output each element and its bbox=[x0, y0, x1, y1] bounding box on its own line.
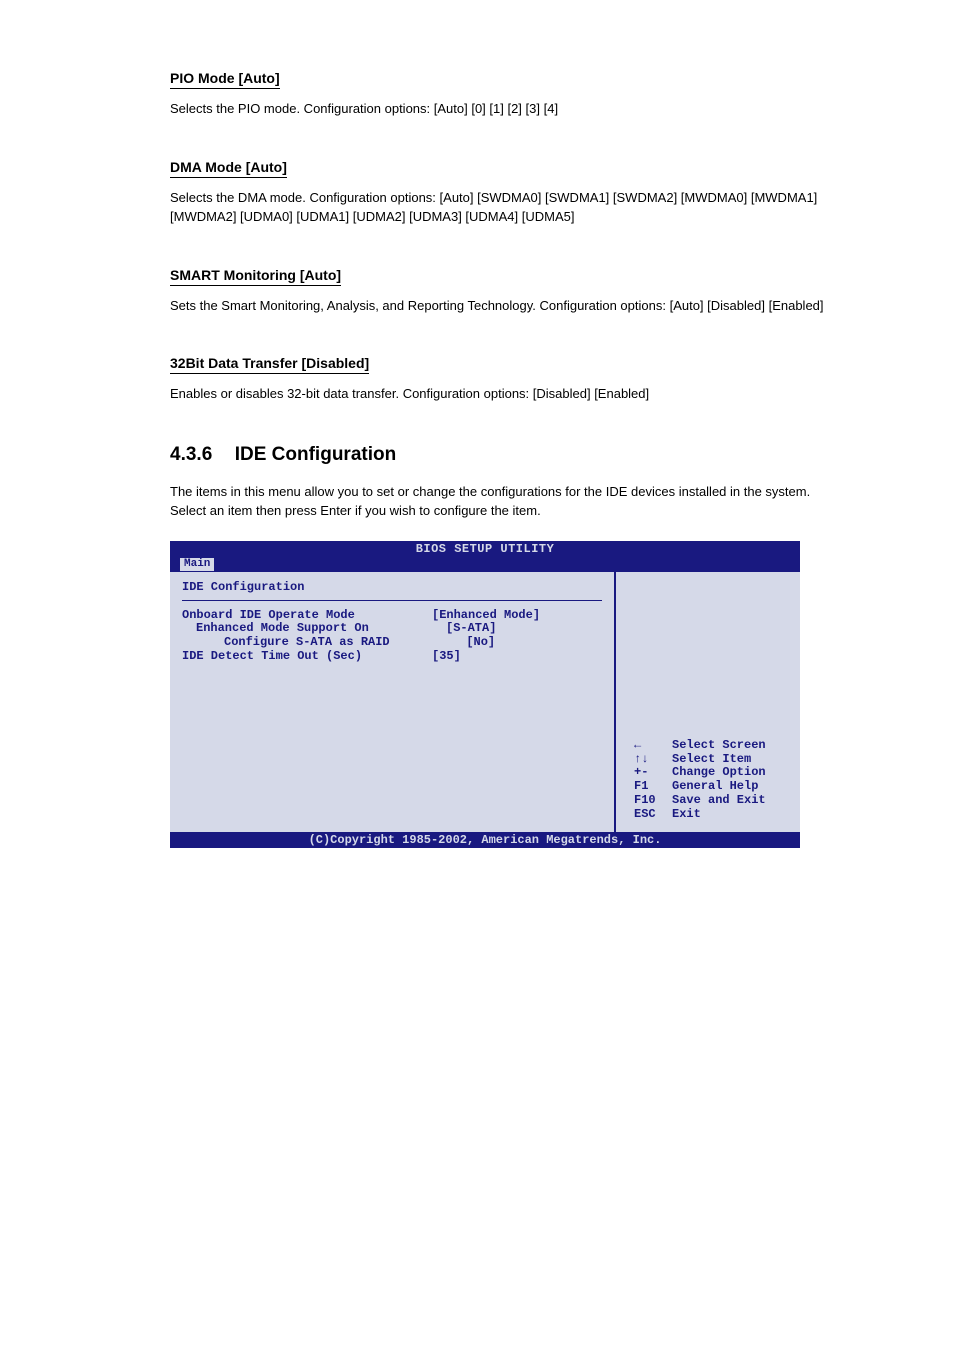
bios-row-label: Onboard IDE Operate Mode bbox=[182, 609, 432, 623]
bios-left-pane[interactable]: IDE Configuration Onboard IDE Operate Mo… bbox=[170, 572, 614, 832]
section-body-transfer: Enables or disables 32-bit data transfer… bbox=[170, 384, 834, 404]
bios-footer: (C)Copyright 1985-2002, American Megatre… bbox=[170, 832, 800, 848]
bios-row[interactable]: Enhanced Mode Support On [S-ATA] bbox=[182, 622, 602, 636]
bios-help-row: ← Select Screen bbox=[634, 739, 766, 753]
arrows-updown-icon: ↑↓ bbox=[634, 753, 672, 767]
section-body-smart: Sets the Smart Monitoring, Analysis, and… bbox=[170, 296, 834, 316]
bios-tab-main[interactable]: Main bbox=[180, 558, 214, 571]
section-heading-dma: DMA Mode [Auto] bbox=[170, 159, 287, 178]
bios-row-label: Enhanced Mode Support On bbox=[182, 622, 446, 636]
bios-row-value: [Enhanced Mode] bbox=[432, 609, 572, 623]
section-heading-pio: PIO Mode [Auto] bbox=[170, 70, 280, 89]
section-heading-smart: SMART Monitoring [Auto] bbox=[170, 267, 341, 286]
bios-help-action: Exit bbox=[672, 808, 701, 822]
bios-right-pane: ← Select Screen ↑↓ Select Item +- Change… bbox=[614, 572, 800, 832]
bios-menu-bar[interactable]: Main bbox=[170, 557, 800, 572]
bios-help-row: ESC Exit bbox=[634, 808, 766, 822]
bios-row-label: Configure S-ATA as RAID bbox=[182, 636, 466, 650]
bios-help-row: F1 General Help bbox=[634, 780, 766, 794]
bios-help-action: Save and Exit bbox=[672, 794, 766, 808]
page-section-body: The items in this menu allow you to set … bbox=[170, 482, 834, 521]
bios-help-key: +- bbox=[634, 766, 672, 780]
bios-help-row: ↑↓ Select Item bbox=[634, 753, 766, 767]
bios-divider bbox=[182, 600, 602, 601]
bios-help-action: Select Item bbox=[672, 753, 751, 767]
bios-help-row: +- Change Option bbox=[634, 766, 766, 780]
bios-screen: BIOS SETUP UTILITY Main IDE Configuratio… bbox=[170, 541, 800, 848]
bios-help-key: F10 bbox=[634, 794, 672, 808]
bios-help-key: F1 bbox=[634, 780, 672, 794]
page-section-title: IDE Configuration bbox=[235, 444, 396, 465]
bios-row-value: [No] bbox=[466, 636, 602, 650]
section-body-dma: Selects the DMA mode. Configuration opti… bbox=[170, 188, 834, 227]
bios-row-label: IDE Detect Time Out (Sec) bbox=[182, 650, 432, 664]
bios-help-panel: ← Select Screen ↑↓ Select Item +- Change… bbox=[634, 739, 766, 822]
bios-help-action: Change Option bbox=[672, 766, 766, 780]
bios-ide-config-header: IDE Configuration bbox=[182, 580, 602, 594]
bios-rows: Onboard IDE Operate Mode [Enhanced Mode]… bbox=[182, 609, 602, 664]
bios-help-action: Select Screen bbox=[672, 739, 766, 753]
bios-row-value: [S-ATA] bbox=[446, 622, 586, 636]
bios-row[interactable]: Configure S-ATA as RAID [No] bbox=[182, 636, 602, 650]
bios-help-key: ESC bbox=[634, 808, 672, 822]
bios-row[interactable]: IDE Detect Time Out (Sec) [35] bbox=[182, 650, 602, 664]
section-body-pio: Selects the PIO mode. Configuration opti… bbox=[170, 99, 834, 119]
bios-row-value: [35] bbox=[432, 650, 572, 664]
bios-title: BIOS SETUP UTILITY bbox=[170, 541, 800, 557]
page-section-number: 4.3.6 bbox=[170, 444, 212, 465]
section-heading-transfer: 32Bit Data Transfer [Disabled] bbox=[170, 355, 369, 374]
bios-row[interactable]: Onboard IDE Operate Mode [Enhanced Mode] bbox=[182, 609, 602, 623]
arrow-left-icon: ← bbox=[634, 739, 672, 753]
bios-help-action: General Help bbox=[672, 780, 758, 794]
bios-help-row: F10 Save and Exit bbox=[634, 794, 766, 808]
